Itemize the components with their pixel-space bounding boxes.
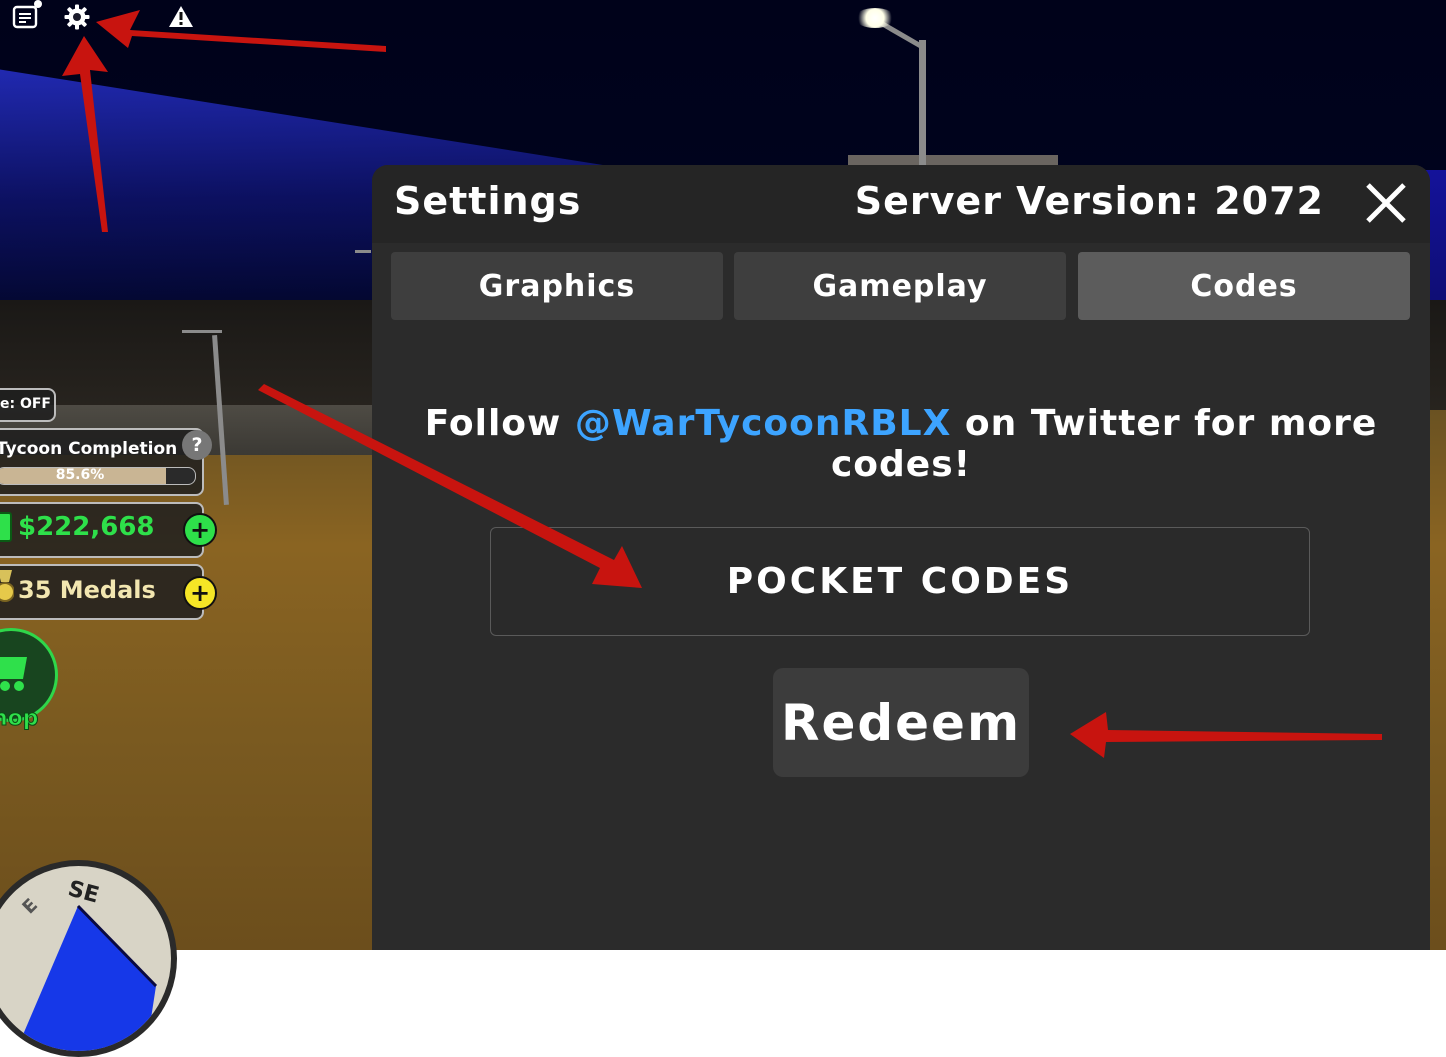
cash-icon: [0, 512, 12, 542]
settings-gear-icon[interactable]: [62, 2, 92, 32]
tab-gameplay[interactable]: Gameplay: [734, 252, 1066, 320]
mode-toggle-label: e: OFF: [0, 396, 51, 412]
help-button[interactable]: ?: [182, 430, 212, 460]
add-cash-button[interactable]: +: [183, 513, 217, 547]
twitter-handle-link[interactable]: @WarTycoonRBLX: [575, 403, 952, 444]
mode-toggle[interactable]: e: OFF: [0, 388, 56, 422]
tab-codes[interactable]: Codes: [1078, 252, 1410, 320]
close-icon: [1366, 183, 1406, 223]
close-button[interactable]: [1362, 179, 1410, 227]
add-medals-button[interactable]: +: [183, 576, 217, 610]
follow-prefix: Follow: [424, 403, 562, 444]
tab-graphics[interactable]: Graphics: [391, 252, 723, 320]
shopping-cart-icon: [0, 657, 27, 691]
settings-panel: Settings Server Version: 2072 Graphics G…: [372, 165, 1430, 950]
warning-icon[interactable]: [166, 2, 196, 32]
tycoon-progress-text: 85.6%: [55, 467, 105, 483]
redeem-button[interactable]: Redeem: [773, 668, 1029, 777]
notification-dot: [34, 0, 42, 8]
tycoon-completion-label: Tycoon Completion: [0, 439, 178, 459]
code-input[interactable]: [490, 527, 1310, 636]
compass-view-cone: [16, 906, 156, 1051]
settings-title: Settings: [394, 179, 582, 223]
street-lamp-arm-left: [182, 330, 222, 333]
street-lamp-light: [855, 8, 895, 28]
medal-icon: [0, 570, 14, 602]
server-version-label: Server Version: 2072: [854, 179, 1324, 223]
follow-twitter-message: Follow @WarTycoonRBLX on Twitter for mor…: [372, 403, 1430, 485]
compass-minimap: SE E: [0, 860, 177, 1057]
cash-amount: $222,668: [18, 512, 155, 542]
medals-count: 35 Medals: [18, 576, 156, 604]
shop-label: hop: [0, 706, 39, 732]
street-lamp-arm-far: [355, 250, 371, 253]
street-lamp-pole: [919, 40, 926, 170]
settings-header: Settings Server Version: 2072: [372, 165, 1430, 243]
